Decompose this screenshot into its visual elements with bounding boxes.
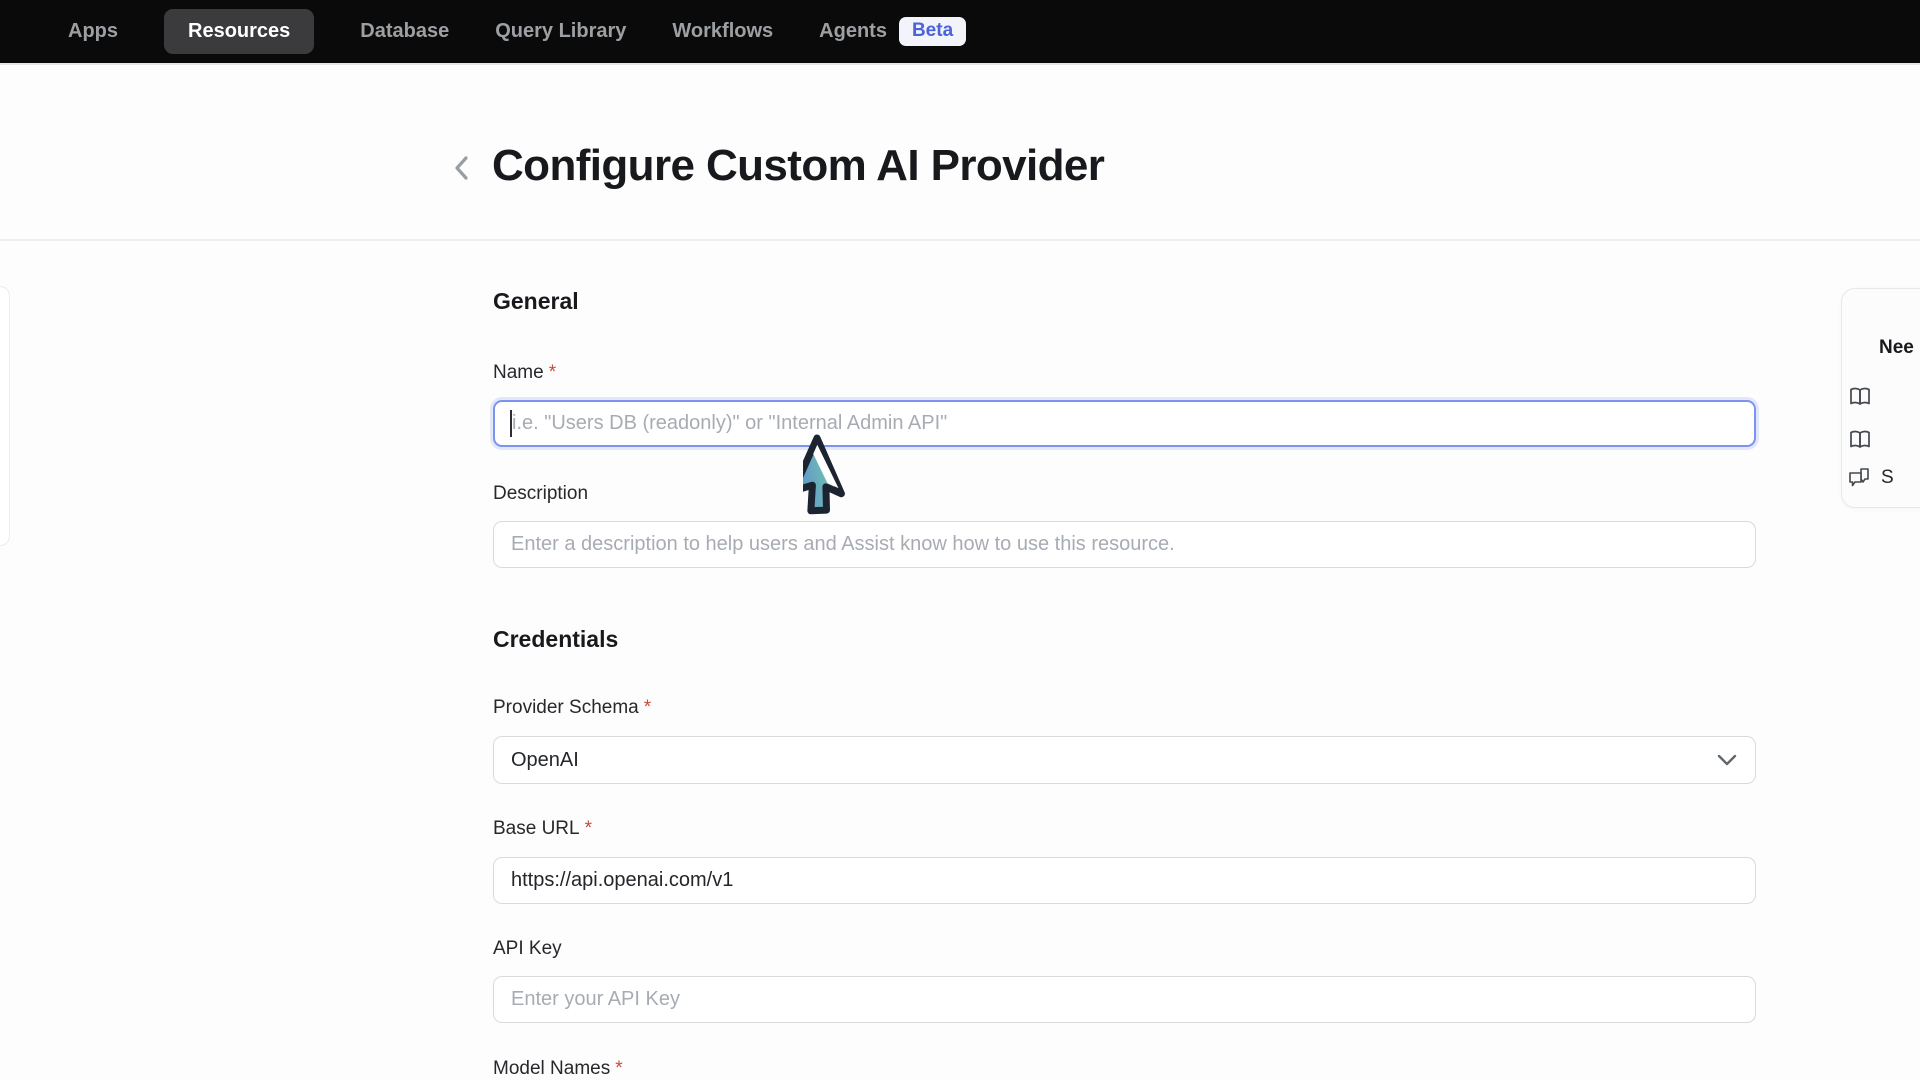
chevron-down-icon — [1716, 753, 1738, 767]
nav-item-query-library[interactable]: Query Library — [495, 20, 626, 43]
base-url-label: Base URL* — [493, 818, 592, 840]
required-asterisk: * — [585, 818, 592, 839]
section-credentials: Credentials — [493, 626, 618, 653]
api-key-input[interactable] — [493, 976, 1756, 1023]
nav-item-resources[interactable]: Resources — [164, 9, 314, 54]
help-link-chat[interactable]: S — [1847, 467, 1894, 489]
selected-option: OpenAI — [511, 749, 579, 772]
page-title: Configure Custom AI Provider — [492, 141, 1104, 191]
required-asterisk: * — [615, 1058, 622, 1079]
name-label: Name* — [493, 362, 556, 384]
name-input[interactable] — [493, 400, 1756, 447]
left-card-edge — [0, 286, 10, 546]
nav-item-workflows[interactable]: Workflows — [672, 20, 773, 43]
beta-badge: Beta — [899, 17, 966, 46]
help-chat-label: S — [1881, 467, 1894, 489]
top-nav: Apps Resources Database Query Library Wo… — [0, 0, 1920, 63]
nav-divider — [0, 63, 1920, 65]
model-names-label: Model Names* — [493, 1058, 623, 1080]
chevron-left-icon — [451, 153, 473, 183]
api-key-label: API Key — [493, 938, 562, 960]
required-asterisk: * — [549, 362, 556, 383]
back-button[interactable] — [448, 152, 476, 184]
description-label: Description — [493, 483, 588, 505]
help-panel: Nee — [1841, 288, 1920, 508]
provider-schema-label: Provider Schema* — [493, 697, 651, 719]
help-link-docs-2[interactable] — [1847, 428, 1873, 452]
nav-item-database[interactable]: Database — [360, 20, 449, 43]
chat-icon — [1847, 467, 1871, 489]
help-panel-title: Nee — [1879, 337, 1914, 359]
page: Apps Resources Database Query Library Wo… — [0, 0, 1920, 1080]
nav-item-apps[interactable]: Apps — [68, 20, 118, 43]
provider-schema-select[interactable]: OpenAI — [493, 736, 1756, 784]
book-icon — [1847, 385, 1873, 409]
description-input[interactable] — [493, 521, 1756, 568]
required-asterisk: * — [644, 697, 651, 718]
text-caret — [510, 410, 512, 437]
help-link-docs-1[interactable] — [1847, 385, 1873, 409]
book-icon — [1847, 428, 1873, 452]
section-general: General — [493, 288, 579, 315]
header-divider — [0, 239, 1920, 241]
base-url-input[interactable] — [493, 857, 1756, 904]
nav-item-agents[interactable]: Agents — [819, 20, 887, 43]
